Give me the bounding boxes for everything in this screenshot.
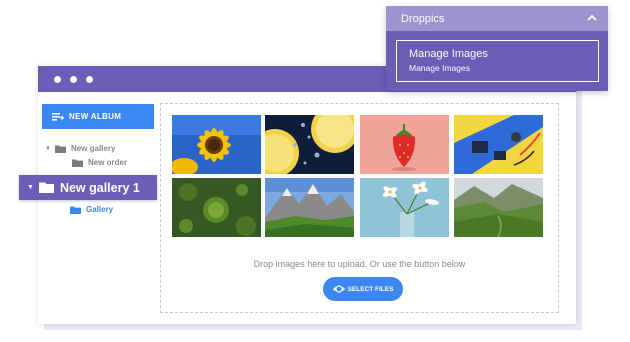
folder-icon [72,159,83,167]
caret-down-icon[interactable]: ▼ [27,184,34,191]
folder-icon [70,206,81,214]
select-files-button[interactable]: SELECT FILES [323,277,403,301]
window-dot-icon[interactable] [86,76,93,83]
tree-item-label: Gallery [86,205,114,214]
add-album-icon [52,112,64,121]
window-dot-icon[interactable] [54,76,61,83]
menu-item-title: Manage Images [409,48,488,60]
tree-item-new-order[interactable]: New order [72,158,127,167]
image-thumbnail-lemons[interactable] [265,115,354,174]
tree-item-label: New gallery 1 [59,180,140,195]
droppics-popup: Droppics Manage Images Manage Images [386,6,608,91]
image-thumbnail-sunflower[interactable] [172,115,261,174]
new-album-label: NEW ALBUM [69,112,122,121]
select-files-label: SELECT FILES [347,285,394,293]
popup-title: Droppics [401,12,445,25]
new-album-button[interactable]: NEW ALBUM [42,104,154,129]
chevron-up-icon[interactable] [586,13,598,23]
image-thumbnail-electronics[interactable] [454,115,543,174]
menu-item-subtitle: Manage Images [409,63,470,73]
popup-header: Droppics [386,6,608,31]
tree-item-label: New gallery [70,144,116,153]
tree-item-new-gallery[interactable]: ▼ New gallery [45,144,115,153]
image-thumbnail-mountains[interactable] [265,178,354,237]
drop-hint: Drop images here to upload. Or use the b… [253,259,466,269]
image-thumbnail-strawberry[interactable] [360,115,449,174]
window-dot-icon[interactable] [70,76,77,83]
caret-down-icon[interactable]: ▼ [45,146,51,152]
tree-item-new-gallery-1[interactable]: ▼ New gallery 1 [19,175,157,200]
folder-icon [38,182,54,193]
manage-images-menu-item[interactable]: Manage Images Manage Images [396,40,599,82]
image-thumbnail-valley[interactable] [454,178,543,237]
folder-icon [54,145,66,153]
image-thumbnail-flowers[interactable] [360,178,449,237]
upload-arrows-icon [332,285,345,293]
tree-item-label: New order [88,158,128,167]
tree-item-gallery[interactable]: Gallery [70,205,113,214]
image-thumbnail-forest[interactable] [172,178,261,237]
